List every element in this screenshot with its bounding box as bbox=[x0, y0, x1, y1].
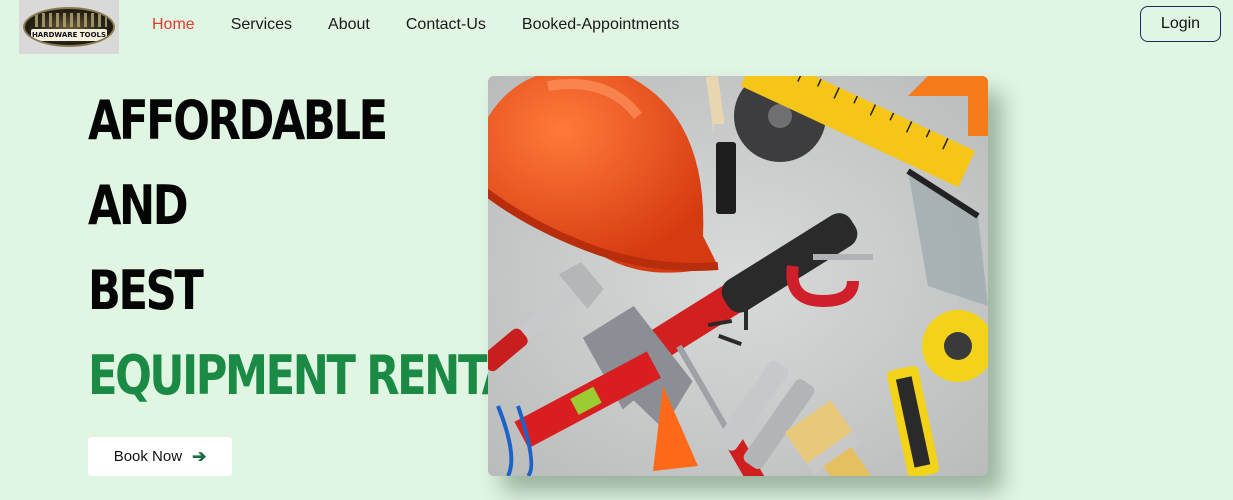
hero-line-and: AND bbox=[88, 174, 189, 237]
hero-line-best: BEST bbox=[88, 259, 204, 322]
navbar: HARDWARE TOOLS Home Services About Conta… bbox=[0, 0, 1233, 54]
tools-illustration bbox=[488, 76, 988, 476]
nav-booked-appointments[interactable]: Booked-Appointments bbox=[522, 16, 679, 34]
nav-services[interactable]: Services bbox=[231, 16, 292, 34]
hero-line-equipment-rental: EQUIPMENT RENTA bbox=[88, 344, 515, 407]
login-button[interactable]: Login bbox=[1140, 6, 1221, 42]
hero-line-affordable: AFFORDABLE bbox=[88, 89, 388, 152]
hero-heading: AFFORDABLE AND BEST EQUIPMENT RENTA bbox=[88, 78, 515, 418]
tools-hero-image bbox=[488, 76, 988, 476]
logo-emblem: HARDWARE TOOLS bbox=[23, 7, 115, 47]
nav-home[interactable]: Home bbox=[152, 16, 195, 34]
book-now-label: Book Now bbox=[113, 448, 183, 465]
book-now-button[interactable]: Book Now ➔ bbox=[88, 437, 232, 476]
brand-logo[interactable]: HARDWARE TOOLS bbox=[19, 0, 119, 54]
arrow-right-icon: ➔ bbox=[192, 446, 207, 466]
nav-links: Home Services About Contact-Us Booked-Ap… bbox=[134, 0, 697, 50]
logo-text: HARDWARE TOOLS bbox=[31, 29, 107, 41]
nav-contact-us[interactable]: Contact-Us bbox=[406, 16, 486, 34]
nav-about[interactable]: About bbox=[328, 16, 370, 34]
